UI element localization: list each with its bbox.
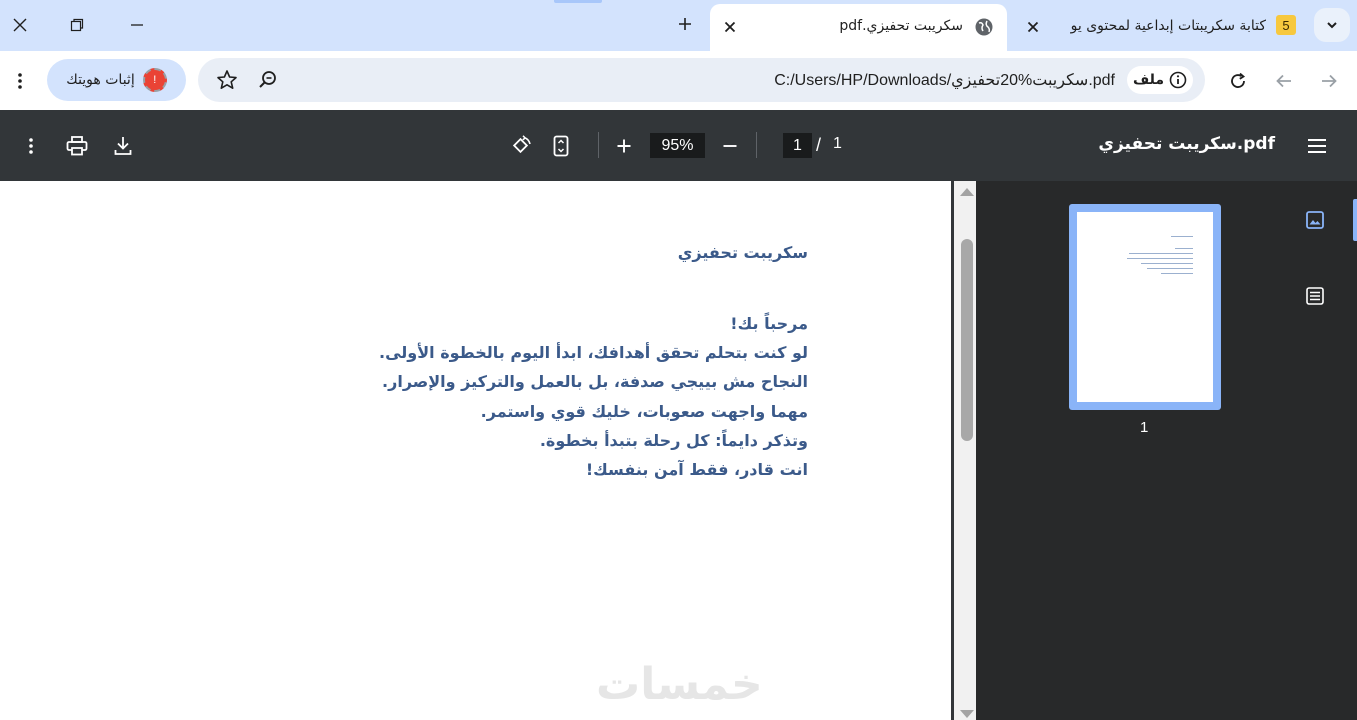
pdf-more-button[interactable]	[15, 130, 47, 162]
identity-button[interactable]: إثبات هويتك !	[47, 59, 186, 101]
rotate-icon	[512, 135, 531, 154]
hamburger-icon	[1308, 139, 1326, 153]
scroll-down-arrow-icon[interactable]	[960, 710, 974, 718]
tab-favicon-badge: 5	[1276, 15, 1296, 35]
zoom-out-button[interactable]	[714, 130, 746, 162]
tab-scroll-indicator	[554, 0, 602, 3]
globe-icon	[974, 17, 994, 41]
site-info-chip[interactable]: ملف	[1127, 66, 1193, 94]
arrow-left-icon	[1276, 74, 1291, 88]
tab-search-button[interactable]	[1314, 8, 1350, 42]
more-vertical-icon	[18, 73, 22, 89]
watermark-logo: خمسات	[596, 659, 763, 710]
restore-icon	[70, 18, 84, 32]
close-icon	[724, 21, 736, 33]
reload-icon	[1231, 72, 1246, 88]
image-icon	[1306, 211, 1324, 229]
page-number-input[interactable]: 1	[783, 133, 812, 158]
window-close-button[interactable]	[0, 4, 40, 46]
active-tab-indicator	[1353, 199, 1357, 241]
toolbar-divider	[756, 132, 757, 158]
window-minimize-button[interactable]	[117, 4, 157, 46]
toolbar-divider	[598, 132, 599, 158]
fit-page-button[interactable]	[545, 130, 577, 162]
thumbnail-text-line	[1161, 273, 1193, 274]
document-title: سكريبت تحفيزي	[677, 243, 808, 262]
thumbnail-text-line	[1141, 263, 1193, 264]
chevron-down-icon	[1327, 22, 1337, 29]
scroll-up-arrow-icon[interactable]	[960, 188, 974, 196]
close-icon	[1027, 21, 1039, 33]
print-icon	[66, 136, 88, 156]
document-line: انت قادر، فقط آمن بنفسك!	[585, 460, 808, 480]
close-icon	[13, 18, 27, 32]
thumbnails-tab-button[interactable]	[1301, 206, 1329, 234]
menu-button[interactable]	[4, 65, 36, 97]
page-separator: /	[816, 135, 822, 155]
zoom-in-button[interactable]	[608, 130, 640, 162]
zoom-lens-icon[interactable]	[258, 70, 278, 94]
thumbnail-text-line	[1147, 268, 1193, 269]
document-line: النجاح مش بييجي صدفة، بل بالعمل والتركيز…	[382, 372, 808, 392]
document-body: سكريبت تحفيزي مرحباً بك! لو كنت بتحلم تح…	[379, 243, 808, 484]
url-text[interactable]: C:/Users/HP/Downloads/سكريبت%20تحفيزي.pd…	[774, 70, 1115, 90]
address-bar[interactable]: C:/Users/HP/Downloads/سكريبت%20تحفيزي.pd…	[198, 58, 1205, 102]
tab-strip: سكريبت تحفيزي.pdf كتابة سكريبتات إبداعية…	[0, 0, 1357, 51]
thumbnail-page	[1077, 212, 1213, 402]
print-button[interactable]	[61, 130, 93, 162]
download-button[interactable]	[107, 130, 139, 162]
thumbnail-page-number: 1	[1140, 419, 1149, 436]
reload-button[interactable]	[1222, 65, 1254, 97]
thumbnail-text-line	[1175, 248, 1193, 249]
forward-button[interactable]	[1313, 65, 1345, 97]
sidebar-toggle-button[interactable]	[1301, 130, 1333, 162]
document-line: مهما واجهت صعوبات، خليك قوي واستمر.	[480, 401, 808, 421]
fit-page-icon	[553, 135, 569, 157]
plus-icon	[679, 18, 691, 30]
tab-inactive[interactable]: كتابة سكريبتات إبداعية لمحتوى يو	[1010, 4, 1306, 51]
identity-label: إثبات هويتك	[66, 72, 135, 88]
avatar: !	[142, 68, 167, 92]
rotate-button[interactable]	[505, 130, 537, 162]
list-icon	[1306, 287, 1324, 305]
pdf-toolbar: 95% 1 / 1 سكريبت تحفيزي.pdf	[0, 110, 1357, 181]
site-chip-label: ملف	[1132, 72, 1165, 88]
tab-active[interactable]: سكريبت تحفيزي.pdf	[710, 4, 1007, 51]
outline-tab-button[interactable]	[1301, 282, 1329, 310]
pdf-sidebar: 1	[976, 181, 1357, 720]
zoom-level-input[interactable]: 95%	[650, 133, 705, 158]
thumbnail-text-line	[1127, 258, 1193, 259]
new-tab-button[interactable]	[671, 10, 699, 38]
tab-close-button[interactable]	[719, 16, 741, 38]
vertical-scrollbar[interactable]	[951, 181, 976, 720]
download-icon	[114, 137, 132, 155]
more-vertical-icon	[29, 138, 33, 154]
document-line: مرحباً بك!	[730, 314, 808, 333]
minus-icon	[723, 145, 737, 147]
scrollbar-thumb[interactable]	[961, 239, 973, 441]
pdf-title: سكريبت تحفيزي.pdf	[1098, 134, 1275, 154]
page-total: 1	[833, 135, 842, 152]
document-line: لو كنت بتحلم تحقق أهدافك، ابدأ اليوم بال…	[379, 343, 808, 363]
window-restore-button[interactable]	[57, 4, 97, 46]
arrow-right-icon	[1322, 74, 1337, 88]
browser-toolbar: إثبات هويتك ! C:/Users/HP/Downloads/سكري…	[0, 51, 1357, 110]
tab-close-button[interactable]	[1022, 16, 1044, 38]
pdf-page: سكريبت تحفيزي مرحباً بك! لو كنت بتحلم تح…	[0, 181, 951, 720]
minimize-icon	[131, 24, 143, 26]
thumbnail-text-line	[1129, 253, 1193, 254]
document-line: وتذكر دايماً: كل رحلة بتبدأ بخطوة.	[539, 430, 808, 450]
plus-icon	[617, 139, 631, 153]
back-button[interactable]	[1268, 65, 1300, 97]
page-thumbnail[interactable]	[1069, 204, 1221, 410]
tab-title: سكريبت تحفيزي.pdf	[839, 18, 963, 34]
bookmark-star-icon[interactable]	[216, 69, 238, 95]
tab-title: كتابة سكريبتات إبداعية لمحتوى يو	[1070, 18, 1266, 34]
info-icon	[1169, 71, 1187, 89]
thumbnail-text-line	[1171, 236, 1193, 237]
